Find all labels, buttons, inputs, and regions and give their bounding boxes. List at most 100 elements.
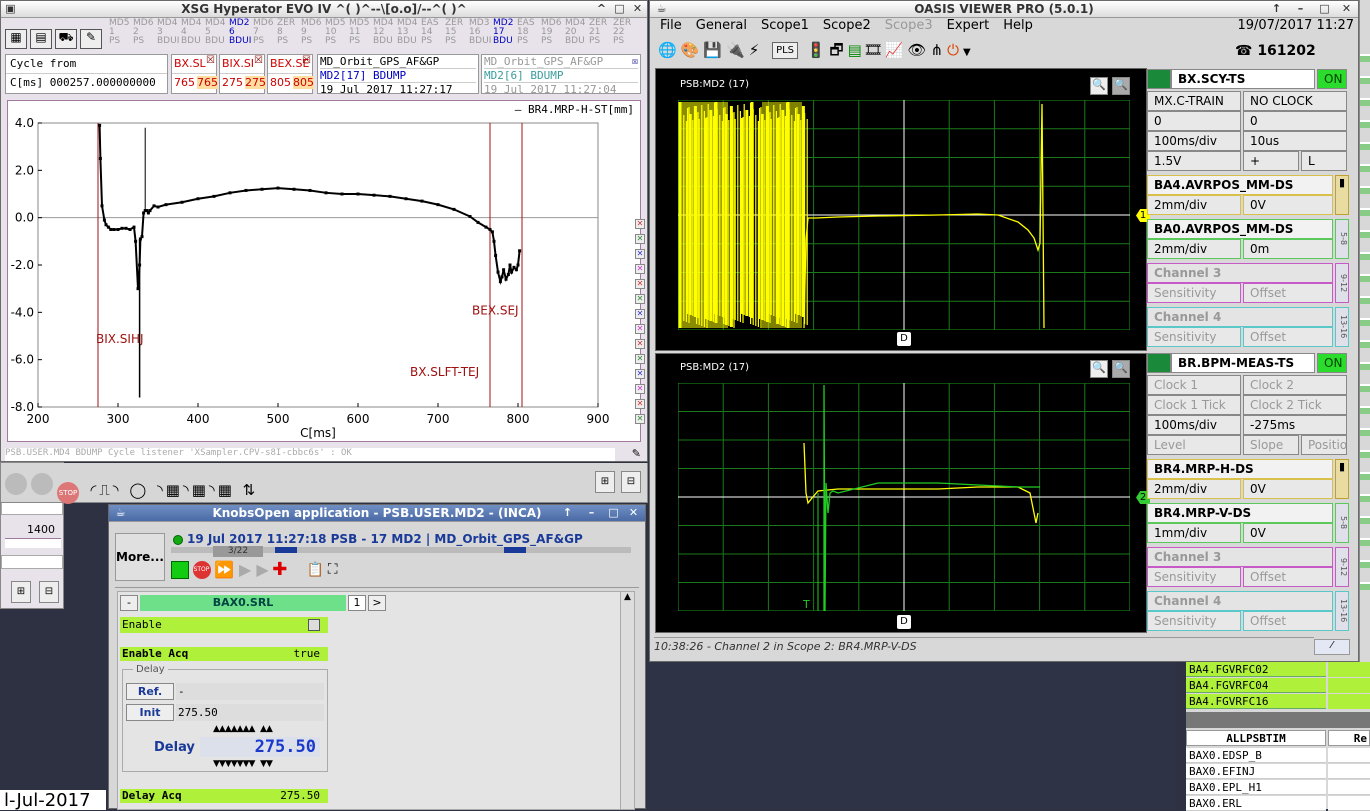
xsg-chart[interactable]: 200 300 400 500 600 700 800 900 4.0 2.0 0.0 -2.0 -4.…: [8, 101, 640, 441]
collapse-button[interactable]: -: [120, 595, 138, 611]
sensitivity-field[interactable]: Sensitivity: [1147, 567, 1241, 587]
user-tag[interactable]: ZER 8 PS: [277, 19, 299, 46]
menu-general[interactable]: General: [696, 18, 747, 33]
zoom-in-icon[interactable]: 🔍: [1090, 77, 1108, 95]
timing-field[interactable]: Clock 2: [1243, 375, 1347, 395]
sensitivity-field[interactable]: 2mm/div: [1147, 239, 1241, 259]
lightning-icon[interactable]: ⚡: [749, 41, 764, 59]
on-button[interactable]: ON: [1317, 353, 1347, 373]
user-tag[interactable]: MD2 17 BDU: [493, 19, 515, 46]
timing-field[interactable]: Clock 1: [1147, 375, 1241, 395]
delay-input[interactable]: 275.50: [200, 737, 320, 757]
user-tag[interactable]: MD4 13 BDU: [397, 19, 419, 46]
user-tag[interactable]: ZER 15 PS: [445, 19, 467, 46]
offset-field[interactable]: 0V: [1243, 479, 1333, 499]
offset-field[interactable]: Offset: [1243, 611, 1333, 631]
table-icon[interactable]: ▤: [30, 29, 52, 49]
index-field[interactable]: 1: [348, 595, 366, 611]
scope1-display[interactable]: PSB:MD2 (17) 🔍 🔍 D 1: [655, 68, 1150, 351]
on-button[interactable]: ON: [1317, 69, 1347, 89]
timing-field[interactable]: 0: [1147, 111, 1241, 131]
user-tag[interactable]: ZER 22 PS: [613, 19, 635, 46]
globe-icon[interactable]: 🌐: [658, 41, 681, 59]
table-row[interactable]: BAX0.EDSP_B: [1186, 748, 1326, 763]
sensitivity-field[interactable]: 1mm/div: [1147, 523, 1241, 543]
pls-button[interactable]: PLS: [772, 42, 799, 59]
position-field[interactable]: Position: [1301, 435, 1347, 455]
play-icon[interactable]: [5, 473, 27, 495]
user-tag[interactable]: MD4 12 BDU: [373, 19, 395, 46]
user-tag[interactable]: EAS 14 PS: [421, 19, 443, 46]
level-field[interactable]: Level: [1147, 435, 1241, 455]
user-tag[interactable]: MD5 11 PS: [349, 19, 371, 46]
traffic-light-icon[interactable]: 🚦: [807, 41, 830, 59]
film-icon[interactable]: 🎞: [866, 41, 885, 59]
series-toggle-icon[interactable]: ✕: [635, 369, 645, 379]
offset-field[interactable]: Offset: [1243, 283, 1333, 303]
init-button[interactable]: Init: [126, 704, 174, 721]
series-toggle-icon[interactable]: ✕: [635, 219, 645, 229]
window-icon[interactable]: 🗗: [830, 41, 848, 59]
channel-name[interactable]: BR4.MRP-V-DS: [1147, 503, 1333, 523]
vertical-scrollbar[interactable]: ▲: [620, 592, 634, 809]
series-toggle-icon[interactable]: ✕: [635, 354, 645, 364]
up-arrows[interactable]: ▲▲▲▲▲▲▲ ▲▲: [213, 724, 273, 734]
menu-scope2[interactable]: Scope2: [823, 18, 871, 33]
close-icon[interactable]: ☒: [302, 55, 311, 66]
maximize-button[interactable]: □: [1317, 2, 1332, 16]
close-button[interactable]: ✕: [1339, 2, 1354, 16]
menu-expert[interactable]: Expert: [947, 18, 990, 33]
marker-box[interactable]: BIX.SI ☒ 275 275: [219, 54, 266, 94]
close-button[interactable]: ✕: [626, 506, 641, 520]
timing-field[interactable]: Clock 1 Tick: [1147, 395, 1241, 415]
zoom-out-icon[interactable]: 🔍: [1112, 360, 1130, 378]
power-icon[interactable]: ⏻: [947, 41, 963, 59]
user-tag[interactable]: MD4 20 BDU: [565, 19, 587, 46]
more-button[interactable]: More...: [115, 533, 165, 581]
minimize-button[interactable]: ^: [594, 2, 609, 16]
channel-name[interactable]: Channel 3: [1147, 547, 1333, 567]
up-button[interactable]: ↑: [1269, 2, 1284, 16]
timing-field[interactable]: NO CLOCK: [1243, 91, 1347, 111]
grid-icon[interactable]: ▦: [5, 29, 27, 49]
maximize-button[interactable]: □: [606, 506, 621, 520]
offset-field[interactable]: 0V: [1243, 195, 1333, 215]
timing-row[interactable]: BA4.FGVRFC02: [1186, 662, 1326, 677]
zoom-icon[interactable]: ⊞: [11, 581, 31, 603]
status-action-button[interactable]: ⁄: [1314, 639, 1350, 655]
timing-field[interactable]: 0: [1243, 111, 1347, 131]
horizontal-scrollbar[interactable]: [1186, 712, 1370, 728]
bars-icon[interactable]: ▤: [848, 41, 866, 59]
maximize-button[interactable]: □: [612, 2, 627, 16]
share-icon[interactable]: ⋔: [931, 41, 948, 59]
offset-field[interactable]: 0m: [1243, 239, 1333, 259]
close-icon[interactable]: ☒: [632, 55, 638, 68]
table-row[interactable]: BAX0.EPL_H1: [1186, 780, 1326, 795]
marker-box[interactable]: BEX.SE ☒ 805 805: [267, 54, 314, 94]
enable-checkbox[interactable]: [308, 619, 320, 631]
series-toggle-icon[interactable]: ✕: [635, 264, 645, 274]
menu-scope1[interactable]: Scope1: [761, 18, 809, 33]
save-icon[interactable]: 💾: [703, 41, 726, 59]
channel-group-tab[interactable]: 13-16: [1335, 591, 1349, 631]
stop-icon[interactable]: STOP: [57, 482, 79, 504]
channel-name[interactable]: Channel 3: [1147, 263, 1333, 283]
mode-icons[interactable]: ◜⎍◝ ◯ ◝▦◝▦◝▦ ⇅: [91, 481, 259, 499]
user-tag[interactable]: MD4 3 BDUI: [157, 19, 179, 46]
zoom-out-icon[interactable]: 🔍: [1112, 77, 1130, 95]
time-div-field[interactable]: 100ms/div: [1147, 415, 1241, 435]
series-toggle-icon[interactable]: ✕: [635, 249, 645, 259]
offset-field[interactable]: 0V: [1243, 523, 1333, 543]
marker-box[interactable]: BX.SL ☒ 765 765: [171, 54, 218, 94]
delay-field[interactable]: 10us: [1243, 131, 1347, 151]
channel-name[interactable]: BA0.AVRPOS_MM-DS: [1147, 219, 1333, 239]
zoom-in-icon[interactable]: 🔍: [1090, 360, 1108, 378]
edit-icon[interactable]: ✎: [632, 447, 641, 460]
expand-icon[interactable]: ⛶: [328, 562, 338, 578]
channel-group-tab[interactable]: 5-8: [1335, 219, 1349, 259]
next-button[interactable]: >: [368, 595, 386, 611]
dropdown-icon[interactable]: ▼: [963, 47, 975, 58]
channel-name[interactable]: Channel 4: [1147, 307, 1333, 327]
zoom-out-icon[interactable]: ⊟: [39, 581, 59, 603]
menu-scope3[interactable]: Scope3: [885, 18, 933, 33]
